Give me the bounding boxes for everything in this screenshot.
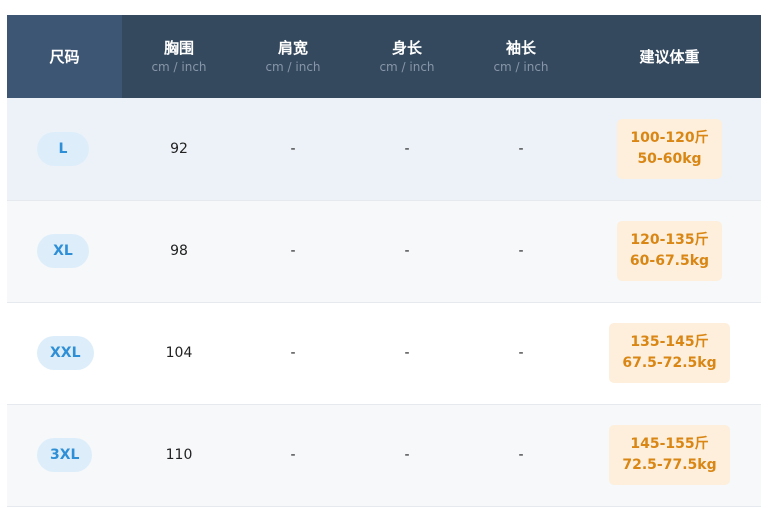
weight-jin: 145-155斤 bbox=[630, 436, 709, 452]
weight-jin: 120-135斤 bbox=[630, 232, 709, 248]
header-chest-label: 胸围 bbox=[163, 38, 194, 57]
weight-cell: 100-120斤 50-60kg bbox=[578, 98, 761, 200]
table-row: L 92 - - - 100-120斤 50-60kg bbox=[7, 98, 761, 200]
size-badge: XXL bbox=[37, 336, 94, 370]
table-row: 3XL 110 - - - 145-155斤 72.5-77.5kg bbox=[7, 404, 761, 506]
header-row: 尺码 胸围 cm / inch 肩宽 cm / inch 身长 cm / inc… bbox=[7, 15, 761, 98]
weight-cell: 120-135斤 60-67.5kg bbox=[578, 200, 761, 302]
chest-cell: 98 bbox=[170, 243, 188, 259]
sleeve-cell: - bbox=[518, 345, 524, 361]
size-badge: 3XL bbox=[37, 438, 93, 472]
weight-kg: 67.5-72.5kg bbox=[622, 355, 717, 371]
weight-kg: 60-67.5kg bbox=[629, 253, 710, 269]
chest-cell: 110 bbox=[165, 447, 193, 463]
chest-cell: 104 bbox=[165, 345, 193, 361]
table-header: 尺码 胸围 cm / inch 肩宽 cm / inch 身长 cm / inc… bbox=[7, 15, 761, 98]
table-row: XXL 104 - - - 135-145斤 67.5-72.5kg bbox=[7, 302, 761, 404]
sleeve-cell: - bbox=[518, 447, 524, 463]
size-badge: XL bbox=[37, 234, 89, 268]
header-length: 身长 cm / inch bbox=[350, 15, 464, 98]
header-size: 尺码 bbox=[7, 15, 122, 98]
header-weight-label: 建议体重 bbox=[639, 47, 700, 66]
shoulder-cell: - bbox=[290, 140, 296, 157]
weight-kg: 50-60kg bbox=[637, 150, 702, 167]
weight-badge: 120-135斤 60-67.5kg bbox=[616, 221, 723, 281]
header-shoulder-unit: cm / inch bbox=[265, 59, 321, 74]
header-sleeve: 袖长 cm / inch bbox=[464, 15, 578, 98]
header-shoulder: 肩宽 cm / inch bbox=[236, 15, 350, 98]
weight-kg: 72.5-77.5kg bbox=[622, 457, 717, 473]
weight-cell: 145-155斤 72.5-77.5kg bbox=[578, 404, 761, 506]
sleeve-cell: - bbox=[518, 243, 524, 259]
weight-badge: 145-155斤 72.5-77.5kg bbox=[609, 425, 730, 485]
length-cell: - bbox=[404, 243, 410, 259]
size-cell: XL bbox=[7, 200, 122, 302]
size-table: 尺码 胸围 cm / inch 肩宽 cm / inch 身长 cm / inc… bbox=[7, 15, 761, 507]
header-size-label: 尺码 bbox=[49, 47, 80, 66]
header-shoulder-label: 肩宽 bbox=[277, 38, 308, 57]
size-badge: L bbox=[37, 131, 89, 166]
weight-cell: 135-145斤 67.5-72.5kg bbox=[578, 302, 761, 404]
header-length-unit: cm / inch bbox=[379, 59, 435, 74]
size-cell: 3XL bbox=[7, 404, 122, 506]
length-cell: - bbox=[404, 345, 410, 361]
shoulder-cell: - bbox=[290, 243, 296, 259]
shoulder-cell: - bbox=[290, 447, 296, 463]
size-cell: XXL bbox=[7, 302, 122, 404]
table-body: L 92 - - - 100-120斤 50-60kg XL 98 - - - bbox=[7, 98, 761, 506]
length-cell: - bbox=[404, 447, 410, 463]
header-length-label: 身长 bbox=[391, 38, 422, 57]
table-row: XL 98 - - - 120-135斤 60-67.5kg bbox=[7, 200, 761, 302]
header-sleeve-label: 袖长 bbox=[505, 38, 536, 57]
size-chart: 尺码 胸围 cm / inch 肩宽 cm / inch 身长 cm / inc… bbox=[7, 15, 761, 507]
header-weight: 建议体重 bbox=[578, 15, 761, 98]
weight-jin: 100-120斤 bbox=[630, 129, 709, 146]
size-cell: L bbox=[7, 98, 122, 200]
header-chest: 胸围 cm / inch bbox=[122, 15, 236, 98]
length-cell: - bbox=[404, 140, 410, 157]
weight-jin: 135-145斤 bbox=[630, 334, 709, 350]
chest-cell: 92 bbox=[170, 140, 188, 157]
header-sleeve-unit: cm / inch bbox=[493, 59, 549, 74]
sleeve-cell: - bbox=[518, 140, 524, 157]
weight-badge: 100-120斤 50-60kg bbox=[617, 118, 722, 179]
weight-badge: 135-145斤 67.5-72.5kg bbox=[609, 323, 730, 383]
shoulder-cell: - bbox=[290, 345, 296, 361]
header-chest-unit: cm / inch bbox=[151, 59, 207, 74]
